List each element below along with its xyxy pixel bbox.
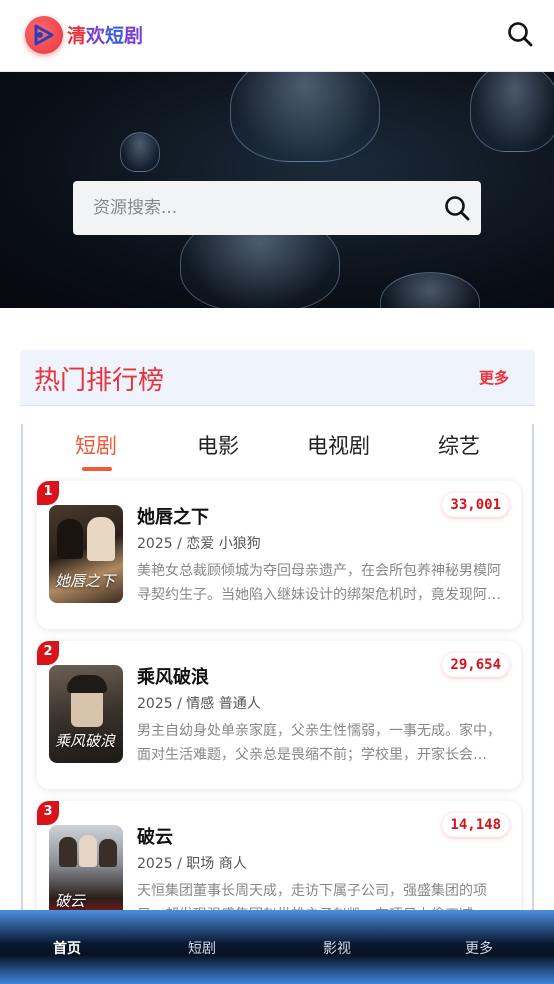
item-title[interactable]: 她唇之下 (137, 503, 209, 529)
poster-image[interactable]: 她唇之下 (49, 505, 123, 603)
item-title[interactable]: 破云 (137, 823, 173, 849)
item-title[interactable]: 乘风破浪 (137, 663, 209, 689)
item-description: 男主自幼身处单亲家庭，父亲生性懦弱，一事无成。家中，面对生活难题，父亲总是畏缩不… (137, 723, 501, 763)
ranking-card[interactable]: 2 乘风破浪 乘风破浪 2025 / 情感 普通人 男主自幼身处单亲家庭，父亲生… (37, 641, 521, 789)
view-count-badge: 29,654 (442, 653, 509, 677)
brand-char: 剧 (124, 25, 144, 47)
item-description: 美艳女总裁顾倾城为夺回母亲遗产，在会所包养神秘男模阿寻契约生子。当她陷入继妹设计… (137, 563, 501, 603)
poster-title-text: 乘风破浪 (55, 732, 116, 750)
tab-variety[interactable]: 综艺 (438, 430, 480, 460)
ranking-title: 热门排行榜 (34, 366, 165, 396)
ranking-header: 热门排行榜 更多 (20, 350, 535, 406)
top-header: 清欢短剧 (0, 0, 554, 72)
brand-char: 欢 (86, 25, 106, 47)
item-meta: 2025 / 职场 商人 (137, 856, 247, 872)
brand-char: 短 (105, 25, 125, 47)
view-count-badge: 33,001 (442, 493, 509, 517)
ranking-more-link[interactable]: 更多 (479, 367, 509, 388)
hero-banner (0, 72, 554, 308)
active-tab-indicator (82, 467, 112, 471)
tab-tv-series[interactable]: 电视剧 (307, 430, 370, 460)
view-count-badge: 14,148 (442, 813, 509, 837)
jellyfish-decoration (120, 132, 160, 172)
nav-film-tv[interactable]: 影视 (323, 938, 351, 958)
nav-more[interactable]: 更多 (465, 938, 493, 958)
ranking-panel: 短剧 电影 电视剧 综艺 1 她唇之下 她唇之下 2025 / 恋爱 小狼狗 美… (21, 424, 534, 949)
bottom-navigation: 首页 短剧 影视 更多 (0, 910, 554, 984)
play-logo-icon[interactable] (25, 16, 63, 54)
nav-home[interactable]: 首页 (53, 938, 81, 958)
ranking-tabs: 短剧 电影 电视剧 综艺 (23, 424, 532, 474)
jellyfish-decoration (230, 72, 380, 162)
brand-char: 清 (67, 25, 87, 47)
search-bar[interactable] (73, 181, 481, 235)
search-input[interactable] (93, 181, 433, 235)
rank-badge: 2 (37, 641, 59, 665)
poster-title-text: 她唇之下 (55, 572, 116, 590)
brand-name[interactable]: 清欢短剧 (67, 21, 143, 48)
rank-badge: 1 (37, 481, 59, 505)
jellyfish-decoration (380, 272, 480, 308)
poster-title-text: 破云 (55, 892, 86, 910)
search-icon[interactable] (506, 20, 534, 48)
poster-image[interactable]: 破云 (49, 825, 123, 923)
nav-short-drama[interactable]: 短剧 (188, 938, 216, 958)
jellyfish-decoration (470, 72, 554, 152)
poster-image[interactable]: 乘风破浪 (49, 665, 123, 763)
rank-badge: 3 (37, 801, 59, 825)
item-meta: 2025 / 情感 普通人 (137, 696, 261, 712)
ranking-card[interactable]: 1 她唇之下 她唇之下 2025 / 恋爱 小狼狗 美艳女总裁顾倾城为夺回母亲遗… (37, 481, 521, 629)
tab-short-drama[interactable]: 短剧 (75, 430, 117, 460)
search-icon[interactable] (443, 194, 471, 222)
item-meta: 2025 / 恋爱 小狼狗 (137, 536, 261, 552)
tab-movie[interactable]: 电影 (197, 430, 239, 460)
